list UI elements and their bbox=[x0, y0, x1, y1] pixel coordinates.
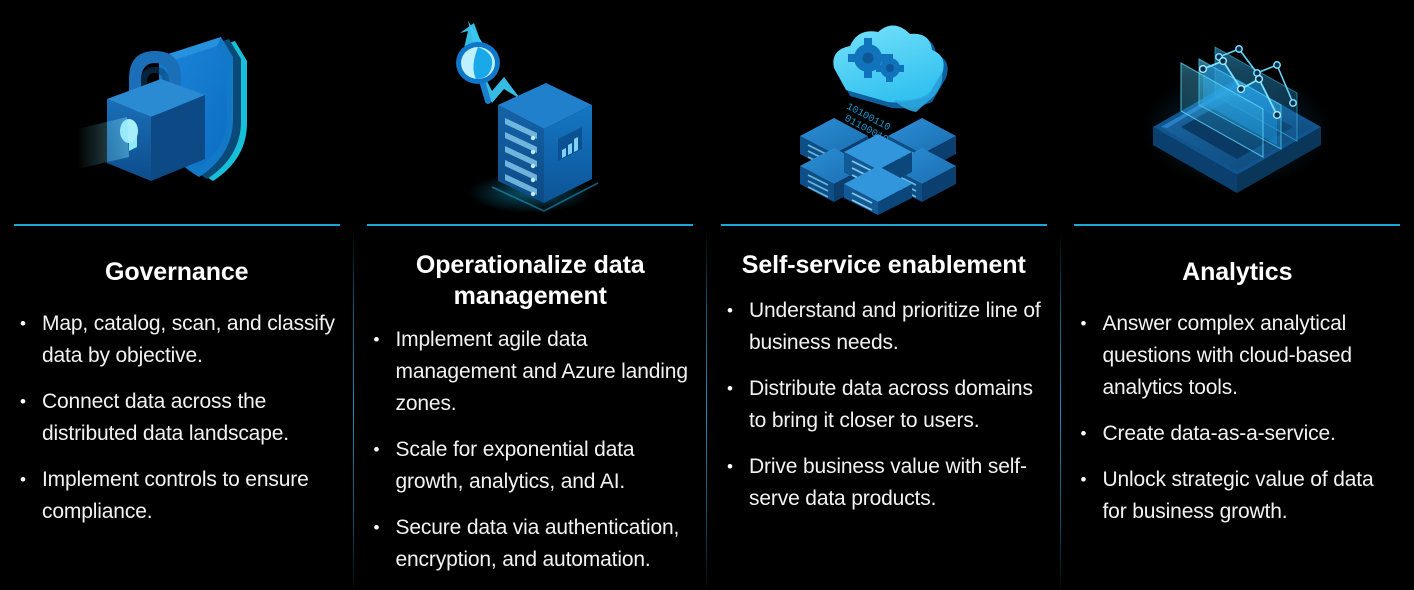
text-zone-self-service: Self-service enablement Understand and p… bbox=[707, 228, 1061, 589]
bullet-list-operationalize: Implement agile data management and Azur… bbox=[368, 324, 694, 576]
column-title-governance: Governance bbox=[20, 257, 334, 288]
bullet-list-self-service: Understand and prioritize line of busine… bbox=[721, 295, 1047, 515]
column-title-self-service-enablement: Self-service enablement bbox=[727, 250, 1041, 281]
column-title-analytics: Analytics bbox=[1081, 257, 1395, 288]
icon-zone-self-service: 10100110 01100010 10010011 01011010 1101… bbox=[707, 0, 1061, 224]
list-item: Secure data via authentication, encrypti… bbox=[372, 512, 690, 576]
list-item: Scale for exponential data growth, analy… bbox=[372, 434, 690, 498]
text-zone-analytics: Analytics Answer complex analytical ques… bbox=[1061, 228, 1414, 589]
list-item: Answer complex analytical questions with… bbox=[1079, 308, 1397, 404]
shield-lock-icon bbox=[77, 17, 277, 207]
column-governance: Governance Map, catalog, scan, and class… bbox=[0, 0, 354, 589]
server-monitoring-icon bbox=[430, 5, 630, 220]
column-title-operationalize-data-management: Operationalize data management bbox=[374, 250, 688, 312]
list-item: Distribute data across domains to bring … bbox=[725, 373, 1043, 437]
list-item: Drive business value with self-serve dat… bbox=[725, 451, 1043, 515]
column-analytics: Analytics Answer complex analytical ques… bbox=[1061, 0, 1414, 589]
list-item: Unlock strategic value of data for busin… bbox=[1079, 464, 1397, 528]
text-zone-operationalize: Operationalize data management Implement… bbox=[354, 228, 708, 590]
cloud-data-icon: 10100110 01100010 10010011 01011010 1101… bbox=[784, 10, 984, 215]
text-zone-governance: Governance Map, catalog, scan, and class… bbox=[0, 228, 354, 589]
bullet-list-analytics: Answer complex analytical questions with… bbox=[1075, 308, 1401, 528]
column-self-service-enablement: 10100110 01100010 10010011 01011010 1101… bbox=[707, 0, 1061, 589]
bullet-list-governance: Map, catalog, scan, and classify data by… bbox=[14, 308, 340, 528]
analytics-chart-icon bbox=[1137, 17, 1337, 207]
column-operationalize-data-management: Operationalize data management Implement… bbox=[354, 0, 708, 589]
slide-root: Governance Map, catalog, scan, and class… bbox=[0, 0, 1414, 589]
list-item: Create data-as-a-service. bbox=[1079, 418, 1397, 450]
list-item: Understand and prioritize line of busine… bbox=[725, 295, 1043, 359]
list-item: Implement agile data management and Azur… bbox=[372, 324, 690, 420]
icon-zone-operationalize bbox=[354, 0, 708, 224]
icon-zone-governance bbox=[0, 0, 354, 224]
icon-zone-analytics bbox=[1061, 0, 1414, 224]
list-item: Map, catalog, scan, and classify data by… bbox=[18, 308, 336, 372]
list-item: Connect data across the distributed data… bbox=[18, 386, 336, 450]
list-item: Implement controls to ensure compliance. bbox=[18, 464, 336, 528]
